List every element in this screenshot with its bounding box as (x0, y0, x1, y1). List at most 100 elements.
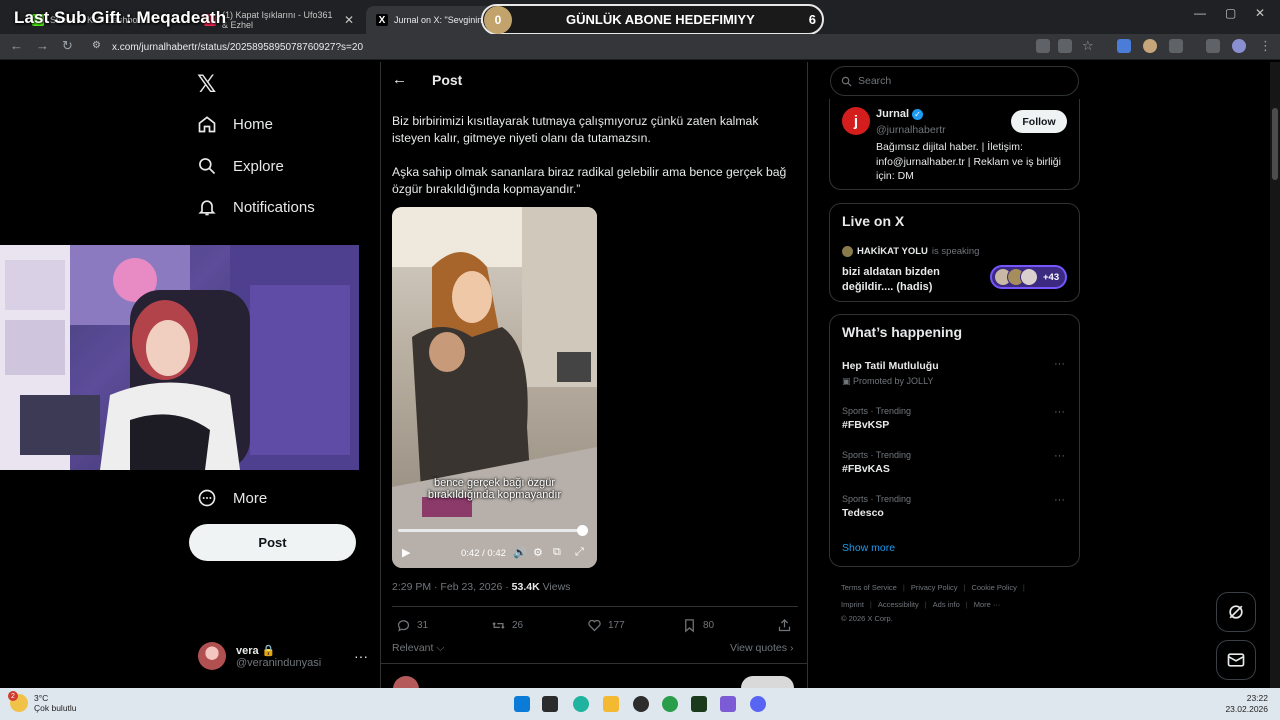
post-meta: 2:29 PM · Feb 23, 2026 · 53.4K Views (392, 581, 570, 593)
post-text-paragraph: Aşka sahip olmak sananlara biraz radikal… (392, 165, 787, 196)
settings-icon[interactable]: ⚙ (533, 546, 543, 559)
profile-name[interactable]: Jurnal ✓ (876, 108, 924, 120)
space-title[interactable]: bizi aldatan bizden değildir.... (hadis) (842, 265, 972, 295)
close-tab-icon[interactable]: ✕ (344, 13, 354, 27)
scrollbar-thumb[interactable] (1272, 108, 1278, 180)
reply-button[interactable]: 31 (396, 618, 428, 633)
footer-link[interactable]: More ··· (974, 600, 1001, 609)
extensions-puzzle-icon[interactable] (1169, 39, 1183, 53)
sidebar-item-more[interactable]: More (197, 485, 267, 511)
video-frame (392, 207, 597, 568)
footer-link[interactable]: Accessibility (878, 600, 919, 609)
maximize-icon[interactable]: ▢ (1225, 6, 1236, 20)
sidebar-item-notifications[interactable]: Notifications (197, 194, 315, 220)
view-quotes-link[interactable]: View quotes › (730, 642, 793, 654)
task-view-icon[interactable] (542, 696, 558, 712)
bookmark-star-icon[interactable]: ☆ (1082, 38, 1094, 54)
avatar (842, 246, 853, 257)
sidebar-item-label: Notifications (233, 198, 315, 216)
app-icon[interactable] (691, 696, 707, 712)
clock-date: 23.02.2026 (1225, 704, 1268, 714)
extension-icon[interactable] (1143, 39, 1157, 53)
divider (380, 663, 807, 664)
menu-kebab-icon[interactable]: ⋮ (1259, 38, 1272, 54)
clock[interactable]: 23:22 23.02.2026 (1225, 693, 1268, 715)
discord-icon[interactable] (750, 696, 766, 712)
tab-label: (1) Kapat Işıklarını - Ufo361 & Ezhel (222, 10, 333, 30)
live-host: HAKİKAT YOLU is speaking (842, 246, 979, 257)
sidebar-item-explore[interactable]: Explore (197, 153, 284, 179)
back-icon[interactable]: ← (10, 38, 23, 53)
cast-icon[interactable] (1058, 39, 1072, 53)
sidebar-item-label: Explore (233, 157, 284, 175)
site-info-icon[interactable]: ⚙ (92, 40, 101, 51)
fullscreen-icon[interactable]: ⤢ (575, 546, 584, 559)
trend-item[interactable]: Sports · Trending #FBvKAS (842, 450, 911, 475)
chrome-icon[interactable] (662, 696, 678, 712)
footer-link[interactable]: Ads info (933, 600, 960, 609)
video-progress-bar[interactable] (398, 529, 582, 532)
app-icon[interactable] (720, 696, 736, 712)
trend-item[interactable]: Hep Tatil Mutluluğu ▣ Promoted by JOLLY (842, 360, 939, 387)
file-explorer-icon[interactable] (603, 696, 619, 712)
profile-bio: Bağımsız dijital haber. | İletişim: info… (876, 141, 1061, 182)
back-arrow-icon[interactable]: ← (392, 71, 407, 88)
account-switcher[interactable]: vera 🔒 @veranindunyasi (198, 642, 321, 670)
show-more-link[interactable]: Show more (842, 542, 895, 554)
footer-link[interactable]: Imprint (841, 600, 864, 609)
trend-item[interactable]: Sports · Trending #FBvKSP (842, 406, 911, 431)
trends-card (829, 314, 1080, 567)
bookmark-count: 80 (703, 620, 715, 631)
footer-link[interactable]: Privacy Policy (911, 583, 958, 592)
space-listeners[interactable]: +43 (990, 265, 1067, 289)
trend-name: #FBvKAS (842, 463, 890, 475)
sidebar-item-home[interactable]: Home (197, 111, 273, 137)
trend-menu-icon[interactable]: ··· (1054, 494, 1065, 506)
extension-icon[interactable] (1117, 39, 1131, 53)
repost-button[interactable]: 26 (491, 618, 523, 633)
trend-menu-icon[interactable]: ··· (1054, 358, 1065, 370)
search-input[interactable]: Search (830, 66, 1079, 96)
volume-icon[interactable]: 🔊 (513, 546, 527, 559)
temperature: 3°C (34, 693, 49, 703)
mail-icon (1227, 653, 1245, 667)
windows-start-icon[interactable] (514, 696, 530, 712)
search-icon (841, 76, 852, 86)
follow-button[interactable]: Follow (1011, 110, 1067, 133)
messages-button[interactable] (1216, 640, 1256, 680)
post-video[interactable]: bence gerçek bağı özgür bırakıldığında k… (392, 207, 597, 568)
share-button[interactable] (777, 618, 792, 633)
edge-browser-icon[interactable] (573, 696, 589, 712)
views-label: Views (539, 581, 571, 593)
picture-in-picture-icon[interactable]: ⧉ (553, 546, 561, 559)
bookmark-button[interactable]: 80 (682, 618, 714, 633)
weather-widget[interactable]: 2 3°C Çok bulutlu (8, 691, 77, 713)
goal-count: 0 (484, 5, 512, 34)
trend-menu-icon[interactable]: ··· (1054, 406, 1065, 418)
x-logo-icon[interactable]: 𝕏 (197, 70, 216, 99)
play-icon[interactable]: ▶ (402, 546, 410, 559)
video-scrubber-handle[interactable] (577, 525, 588, 536)
account-menu-icon[interactable]: ··· (354, 648, 368, 664)
translate-icon[interactable] (1036, 39, 1050, 53)
footer-link[interactable]: Cookie Policy (971, 583, 1016, 592)
minimize-icon[interactable]: — (1194, 6, 1206, 20)
app-icon[interactable] (633, 696, 649, 712)
media-icon[interactable] (1206, 39, 1220, 53)
search-icon (199, 158, 216, 175)
goal-label: GÜNLÜK ABONE HEDEFIMIYY (566, 12, 755, 27)
reply-sort-dropdown[interactable]: Relevant ⌵ (392, 642, 444, 655)
grok-button[interactable] (1216, 592, 1256, 632)
post-button[interactable]: Post (189, 524, 356, 561)
close-window-icon[interactable]: ✕ (1255, 6, 1265, 20)
url-field[interactable]: ⚙ x.com/jurnalhabertr/status/20258958950… (86, 37, 1110, 57)
profile-avatar[interactable]: j (842, 107, 870, 135)
footer-link[interactable]: Terms of Service (841, 583, 897, 592)
reload-icon[interactable]: ↻ (62, 38, 73, 54)
sidebar-item-label: More (233, 489, 268, 507)
trend-menu-icon[interactable]: ··· (1054, 450, 1065, 462)
profile-avatar-icon[interactable] (1232, 39, 1246, 53)
like-button[interactable]: 177 (587, 618, 625, 633)
forward-icon[interactable]: → (36, 38, 49, 53)
trend-item[interactable]: Sports · Trending Tedesco (842, 494, 911, 519)
